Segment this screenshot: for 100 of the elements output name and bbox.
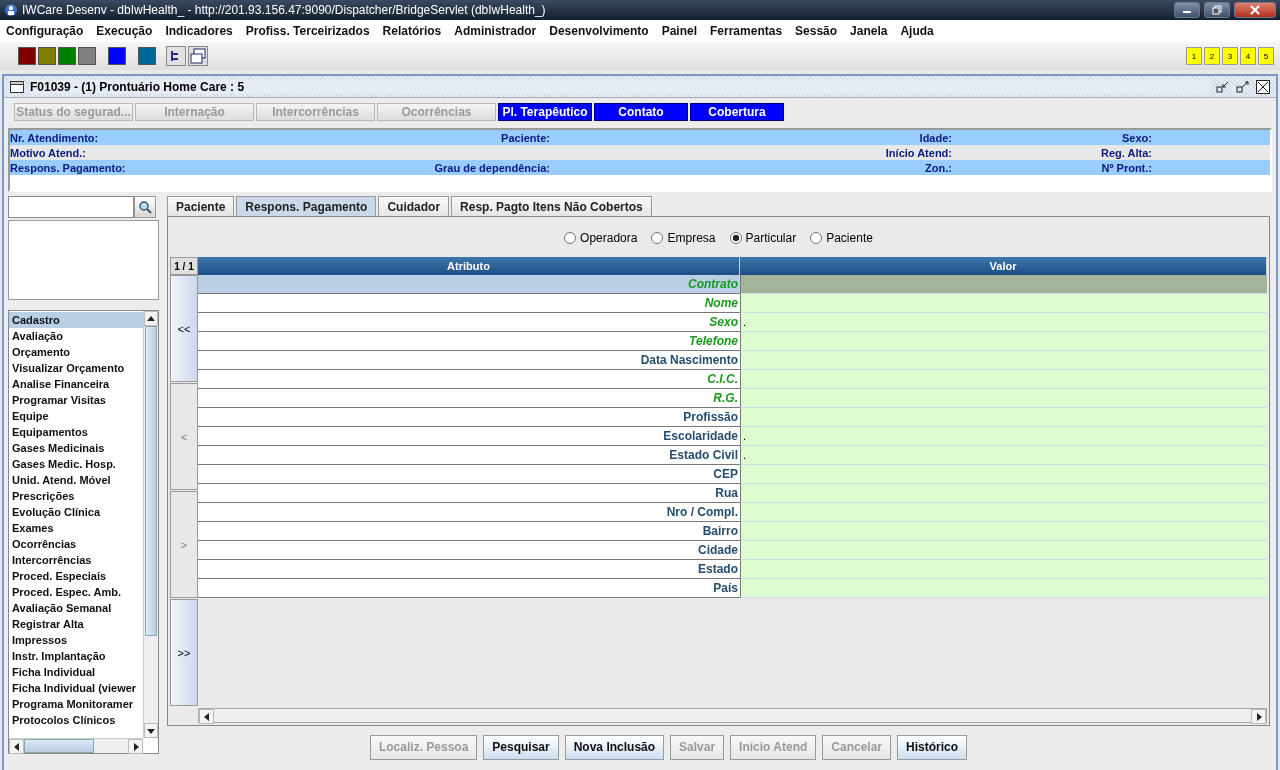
list-item[interactable]: Cadastro [9, 312, 143, 328]
menu-item[interactable]: Ferramentas [710, 24, 783, 38]
value-cell[interactable]: . [740, 446, 1267, 465]
color-swatch[interactable] [38, 47, 56, 65]
search-button[interactable] [134, 196, 156, 218]
close-button[interactable] [1234, 2, 1276, 18]
list-item[interactable]: Ficha Individual [9, 664, 143, 680]
tab[interactable]: Cuidador [378, 196, 450, 216]
section-button[interactable]: Cobertura [690, 103, 784, 121]
radio-option[interactable]: Particular [729, 231, 797, 245]
nav-button[interactable]: > [170, 491, 198, 598]
radio-option[interactable]: Paciente [810, 231, 873, 245]
color-swatch[interactable] [58, 47, 76, 65]
list-item[interactable]: Equipamentos [9, 424, 143, 440]
list-item[interactable]: Registrar Alta [9, 616, 143, 632]
list-item[interactable]: Analise Financeira [9, 376, 143, 392]
menu-item[interactable]: Indicadores [165, 24, 233, 38]
menu-item[interactable]: Relatórios [382, 24, 442, 38]
menu-item[interactable]: Profiss. Terceirizados [245, 24, 370, 38]
list-item[interactable]: Impressos [9, 632, 143, 648]
desktop-button[interactable]: 4 [1240, 47, 1256, 65]
radio-icon[interactable] [651, 232, 664, 244]
list-item[interactable]: Intercorrências [9, 552, 143, 568]
tab[interactable]: Paciente [167, 196, 235, 216]
value-cell[interactable] [740, 389, 1267, 408]
value-cell[interactable] [740, 332, 1267, 351]
menu-item[interactable]: Ajuda [900, 24, 934, 38]
scrollbar[interactable] [143, 311, 158, 738]
nav-button[interactable]: < [170, 383, 198, 490]
scrollbar[interactable] [198, 708, 1267, 723]
value-cell[interactable] [740, 408, 1267, 427]
menu-item[interactable]: Execução [96, 24, 153, 38]
value-cell[interactable] [740, 484, 1267, 503]
value-cell[interactable]: . [740, 313, 1267, 332]
list-item[interactable]: Evolução Clínica [9, 504, 143, 520]
list-item[interactable]: Proced. Especiais [9, 568, 143, 584]
nav-button[interactable]: >> [170, 599, 198, 706]
radio-icon[interactable] [564, 232, 577, 244]
radio-option[interactable]: Operadora [564, 231, 638, 245]
value-cell[interactable] [740, 579, 1267, 598]
menu-item[interactable]: Sessão [795, 24, 838, 38]
value-cell[interactable] [740, 275, 1267, 294]
tab[interactable]: Respons. Pagamento [236, 196, 377, 216]
value-cell[interactable] [740, 351, 1267, 370]
scrollbar[interactable] [9, 738, 143, 753]
list-item[interactable]: Equipe [9, 408, 143, 424]
list-item[interactable]: Unid. Atend. Móvel [9, 472, 143, 488]
value-cell[interactable] [740, 465, 1267, 484]
radio-icon[interactable] [729, 232, 742, 244]
radio-option[interactable]: Empresa [651, 231, 716, 245]
menu-item[interactable]: Desenvolvimento [549, 24, 649, 38]
desktop-button[interactable]: 2 [1204, 47, 1220, 65]
value-cell[interactable]: . [740, 427, 1267, 446]
list-item[interactable]: Avaliação Semanal [9, 600, 143, 616]
color-swatch[interactable] [138, 47, 156, 65]
color-swatch[interactable] [108, 47, 126, 65]
desktop-button[interactable]: 5 [1258, 47, 1274, 65]
value-cell[interactable] [740, 294, 1267, 313]
action-button[interactable]: Histórico [897, 734, 968, 760]
tab[interactable]: Resp. Pagto Itens Não Cobertos [451, 196, 652, 216]
value-cell[interactable] [740, 370, 1267, 389]
maximize-icon[interactable] [1236, 80, 1250, 93]
color-swatch[interactable] [18, 47, 36, 65]
desktop-button[interactable]: 1 [1186, 47, 1202, 65]
list-item[interactable]: Visualizar Orçamento [9, 360, 143, 376]
list-item[interactable]: Orçamento [9, 344, 143, 360]
list-item[interactable]: Programar Visitas [9, 392, 143, 408]
list-item[interactable]: Proced. Espec. Amb. [9, 584, 143, 600]
tree-icon[interactable] [166, 46, 186, 66]
menu-item[interactable]: Painel [661, 24, 697, 38]
value-cell[interactable] [740, 560, 1267, 579]
value-cell[interactable] [740, 522, 1267, 541]
list-item[interactable]: Ocorrências [9, 536, 143, 552]
action-button[interactable]: Nova Inclusão [564, 734, 665, 760]
value-cell[interactable] [740, 503, 1267, 522]
windows-icon[interactable] [188, 46, 208, 66]
menu-item[interactable]: Administrador [454, 24, 537, 38]
minimize-button[interactable] [1174, 2, 1200, 18]
nav-button[interactable]: << [170, 275, 198, 382]
list-item[interactable]: Instr. Implantação [9, 648, 143, 664]
list-item[interactable]: Programa Monitoramer [9, 696, 143, 712]
menu-item[interactable]: Configuração [6, 24, 84, 38]
list-item[interactable]: Avaliação [9, 328, 143, 344]
section-button[interactable]: Pl. Terapêutico [498, 103, 592, 121]
list-item[interactable]: Protocolos Clínicos [9, 712, 143, 728]
list-item[interactable]: Gases Medicinais [9, 440, 143, 456]
color-swatch[interactable] [78, 47, 96, 65]
list-item[interactable]: Ficha Individual (viewer [9, 680, 143, 696]
close-icon[interactable] [1256, 79, 1270, 94]
list-item[interactable]: Gases Medic. Hosp. [9, 456, 143, 472]
action-button[interactable]: Pesquisar [483, 734, 559, 760]
restore-button[interactable] [1204, 2, 1230, 18]
list-item[interactable]: Prescrições [9, 488, 143, 504]
desktop-button[interactable]: 3 [1222, 47, 1238, 65]
search-field[interactable] [8, 196, 134, 218]
section-button[interactable]: Contato [594, 103, 688, 121]
value-cell[interactable] [740, 541, 1267, 560]
radio-icon[interactable] [810, 232, 823, 244]
minimize-icon[interactable] [1216, 80, 1230, 93]
list-item[interactable]: Exames [9, 520, 143, 536]
